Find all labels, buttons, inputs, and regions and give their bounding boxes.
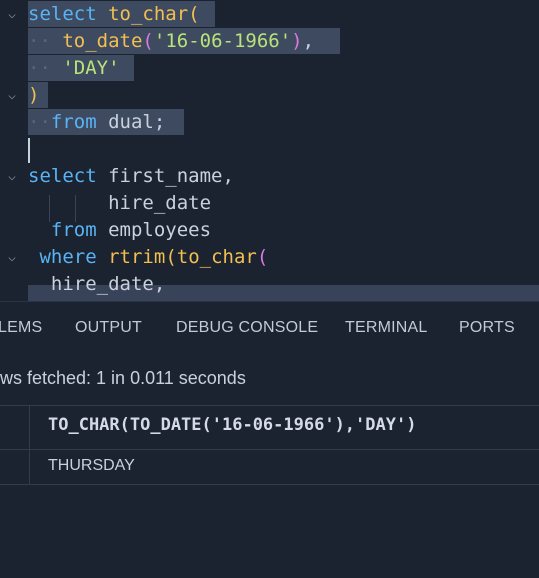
- panel-tab-bar: LEMS OUTPUT DEBUG CONSOLE TERMINAL PORTS: [0, 302, 539, 352]
- result-cell[interactable]: THURSDAY: [48, 457, 135, 475]
- code-line[interactable]: ⌵ where rtrim(to_char(: [0, 244, 539, 271]
- code-line[interactable]: hire_date,: [0, 271, 539, 298]
- code-editor[interactable]: ⌵ select to_char( ·· to_date('16-06-1966')…: [0, 0, 539, 301]
- code-line[interactable]: ⌵ select first_name,: [0, 163, 539, 190]
- grid-line: [0, 449, 539, 450]
- rows-fetched-status: ws fetched: 1 in 0.011 seconds: [0, 368, 246, 388]
- code-text: hire_date,: [28, 273, 166, 295]
- fold-chevron-icon[interactable]: ⌵: [4, 244, 20, 271]
- code-text: select to_char(: [28, 3, 200, 25]
- fold-chevron-icon[interactable]: ⌵: [4, 82, 20, 109]
- tab-ports[interactable]: PORTS: [459, 319, 515, 337]
- code-line[interactable]: hire_date: [0, 190, 539, 217]
- indent-guide: [75, 195, 76, 222]
- grid-line: [0, 484, 539, 485]
- code-line[interactable]: ··from dual;: [0, 109, 539, 136]
- code-text: select first_name,: [28, 165, 234, 187]
- results-grid: TO_CHAR(TO_DATE('16-06-1966'),'DAY') THU…: [0, 405, 539, 485]
- tab-debug-console[interactable]: DEBUG CONSOLE: [176, 319, 318, 337]
- tab-output[interactable]: OUTPUT: [75, 319, 142, 337]
- code-line[interactable]: ·· 'DAY': [0, 55, 539, 82]
- code-text: where rtrim(to_char(: [39, 246, 269, 268]
- code-line[interactable]: from employees: [0, 217, 539, 244]
- code-text: from employees: [50, 219, 212, 241]
- code-text: ·· 'DAY': [28, 57, 120, 79]
- code-line[interactable]: ⌵): [0, 82, 539, 109]
- code-line[interactable]: ⌵ select to_char(: [0, 1, 539, 28]
- row-number-column-divider: [29, 405, 30, 485]
- text-cursor: [28, 138, 30, 163]
- tab-problems[interactable]: LEMS: [0, 319, 42, 337]
- code-text: hire_date: [28, 192, 212, 214]
- tab-terminal[interactable]: TERMINAL: [345, 319, 428, 337]
- code-text: ): [28, 84, 40, 106]
- grid-line: [0, 405, 539, 406]
- fold-chevron-icon[interactable]: ⌵: [4, 1, 20, 28]
- indent-guide: [49, 195, 50, 222]
- fold-chevron-icon[interactable]: ⌵: [4, 163, 20, 190]
- column-header[interactable]: TO_CHAR(TO_DATE('16-06-1966'),'DAY'): [48, 415, 416, 435]
- code-text: ·· to_date('16-06-1966'),: [28, 30, 315, 52]
- code-line[interactable]: [0, 136, 539, 163]
- code-line[interactable]: ·· to_date('16-06-1966'),: [0, 28, 539, 55]
- code-text: ··from dual;: [28, 111, 166, 133]
